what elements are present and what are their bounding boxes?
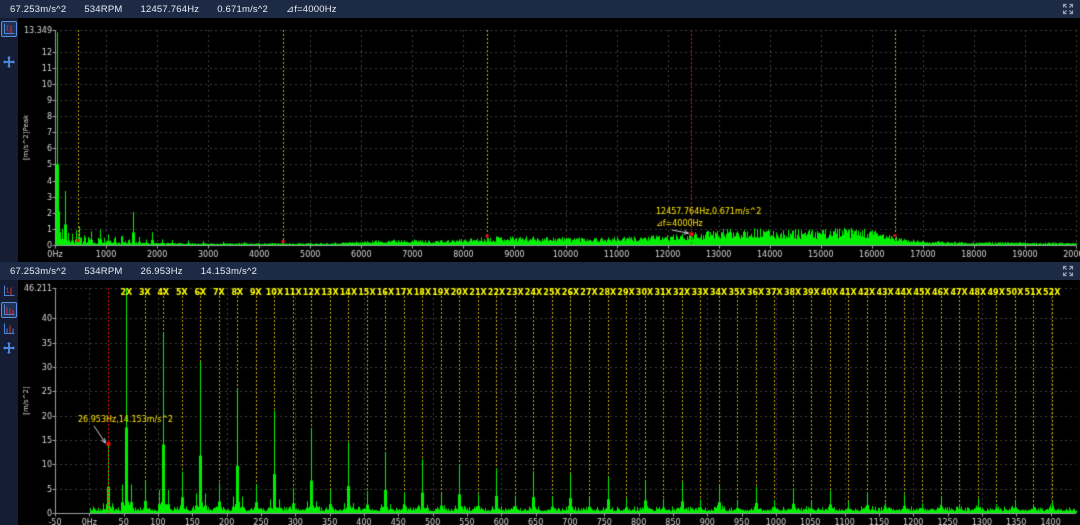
single-cursor-icon: 1 xyxy=(2,284,16,298)
delta-f-value: ⊿f=4000Hz xyxy=(286,4,337,15)
single-cursor-icon: 1 xyxy=(2,22,16,36)
pane-header-bottom: 67.253m/s^2 534RPM 26.953Hz 14.153m/s^2 xyxy=(0,262,1080,280)
overall-level-value: 67.253m/s^2 xyxy=(10,266,66,277)
pan-move-icon xyxy=(2,55,16,69)
chart-area-top: 1 xyxy=(0,18,1080,262)
expand-pane-icon[interactable] xyxy=(1062,265,1074,277)
cursor-amplitude-value: 14.153m/s^2 xyxy=(201,266,257,277)
cursor-toolbar-top: 1 xyxy=(0,18,18,262)
pan-tool[interactable] xyxy=(1,54,17,70)
pan-tool[interactable] xyxy=(1,340,17,356)
svg-text:1: 1 xyxy=(6,286,10,295)
pan-move-icon xyxy=(2,341,16,355)
overall-level-value: 67.253m/s^2 xyxy=(10,4,66,15)
sideband-cursor-tool[interactable] xyxy=(1,321,17,337)
spectrum-pane-top: 67.253m/s^2 534RPM 12457.764Hz 0.671m/s^… xyxy=(0,0,1080,262)
cursor-toolbar-bottom: 1 xyxy=(0,280,18,525)
vibration-analyzer-window: 67.253m/s^2 534RPM 12457.764Hz 0.671m/s^… xyxy=(0,0,1080,525)
harmonic-cursor-tool[interactable] xyxy=(1,302,17,318)
spectrum-canvas-top[interactable] xyxy=(18,18,1080,262)
cursor-frequency-value: 26.953Hz xyxy=(140,266,182,277)
chart-area-bottom: 1 xyxy=(0,280,1080,525)
harmonic-cursor-icon xyxy=(2,303,16,317)
cursor-frequency-value: 12457.764Hz xyxy=(140,4,199,15)
pane-header-top: 67.253m/s^2 534RPM 12457.764Hz 0.671m/s^… xyxy=(0,0,1080,18)
speed-rpm-value: 534RPM xyxy=(84,4,122,15)
spectrum-pane-bottom: 67.253m/s^2 534RPM 26.953Hz 14.153m/s^2 … xyxy=(0,262,1080,525)
svg-text:1: 1 xyxy=(6,24,10,33)
speed-rpm-value: 534RPM xyxy=(84,266,122,277)
spectrum-canvas-bottom[interactable] xyxy=(18,280,1080,525)
single-cursor-tool[interactable]: 1 xyxy=(1,21,17,37)
cursor-amplitude-value: 0.671m/s^2 xyxy=(217,4,268,15)
single-cursor-tool[interactable]: 1 xyxy=(1,283,17,299)
sideband-cursor-icon xyxy=(2,322,16,336)
expand-pane-icon[interactable] xyxy=(1062,3,1074,15)
